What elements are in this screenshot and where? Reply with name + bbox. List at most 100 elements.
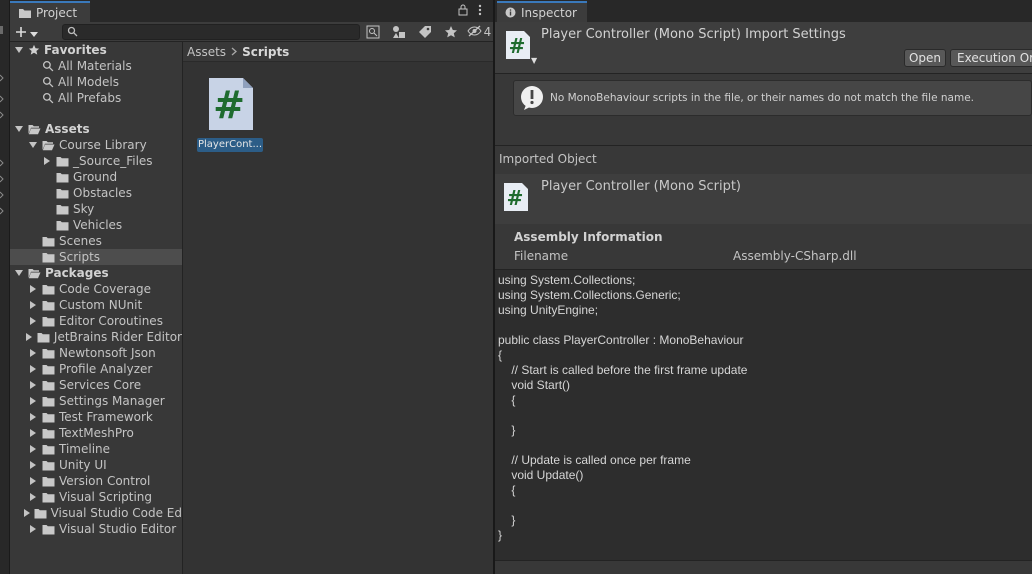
breadcrumb-current[interactable]: Scripts xyxy=(242,45,289,59)
lock-icon[interactable] xyxy=(458,4,468,19)
search-icon xyxy=(42,60,54,72)
tree-item-label: Packages xyxy=(45,266,109,280)
filter-by-type-icon[interactable] xyxy=(386,23,412,41)
code-line: { xyxy=(498,393,516,407)
expand-arrow-right-icon[interactable] xyxy=(28,492,38,502)
folder-icon xyxy=(42,252,55,263)
svg-text:#: # xyxy=(213,83,245,127)
code-line: { xyxy=(498,348,503,362)
expand-arrow-right-icon[interactable] xyxy=(28,300,38,310)
tree-item-services-core[interactable]: Services Core xyxy=(10,377,182,393)
folder-icon xyxy=(42,476,55,487)
expand-arrow-right-icon[interactable] xyxy=(28,364,38,374)
tree-arrow-spacer xyxy=(28,93,38,103)
folder-icon xyxy=(42,284,55,295)
code-line: } xyxy=(498,528,503,542)
tree-item-label: Ground xyxy=(73,170,118,184)
tree-item-profile-analyzer[interactable]: Profile Analyzer xyxy=(10,361,182,377)
tree-item-obstacles[interactable]: Obstacles xyxy=(10,185,182,201)
project-content-area: Assets Scripts # PlayerCont... xyxy=(183,42,493,574)
folder-icon xyxy=(42,300,55,311)
tree-item-editor-coroutines[interactable]: Editor Coroutines xyxy=(10,313,182,329)
expand-arrow-right-icon[interactable] xyxy=(28,444,38,454)
dropdown-caret-icon[interactable]: ▼ xyxy=(531,56,537,65)
filename-label: Filename xyxy=(514,249,569,263)
tree-item-settings-manager[interactable]: Settings Manager xyxy=(10,393,182,409)
tree-item-jetbrains-rider-editor[interactable]: JetBrains Rider Editor xyxy=(10,329,182,345)
expand-arrow-right-icon[interactable] xyxy=(28,348,38,358)
expand-arrow-right-icon[interactable] xyxy=(28,396,38,406)
inspector-tab-bar: Inspector xyxy=(495,0,1032,22)
expand-arrow-right-icon[interactable] xyxy=(28,412,38,422)
info-icon xyxy=(505,7,516,18)
expand-arrow-right-icon[interactable] xyxy=(28,476,38,486)
tree-item-ground[interactable]: Ground xyxy=(10,169,182,185)
search-icon xyxy=(42,92,54,104)
tree-item-course-library[interactable]: Course Library xyxy=(10,137,182,153)
tree-arrow-spacer xyxy=(42,188,52,198)
folder-icon xyxy=(56,204,69,215)
asset-item-player-controller[interactable]: # PlayerCont... xyxy=(197,76,263,152)
tree-item-all-models[interactable]: All Models xyxy=(10,74,182,90)
tree-item-vehicles[interactable]: Vehicles xyxy=(10,217,182,233)
expand-arrow-right-icon[interactable] xyxy=(28,524,38,534)
tree-item-all-prefabs[interactable]: All Prefabs xyxy=(10,90,182,106)
tab-project[interactable]: Project xyxy=(10,1,90,22)
tree-item-visual-scripting[interactable]: Visual Scripting xyxy=(10,489,182,505)
breadcrumb-chevron-icon xyxy=(231,45,238,59)
tree-item-newtonsoft-json[interactable]: Newtonsoft Json xyxy=(10,345,182,361)
tree-item-timeline[interactable]: Timeline xyxy=(10,441,182,457)
search-input[interactable] xyxy=(62,24,360,40)
expand-arrow-right-icon[interactable] xyxy=(28,428,38,438)
folder-icon xyxy=(34,508,47,519)
expand-arrow-right-icon[interactable] xyxy=(28,460,38,470)
code-line: // Start is called before the first fram… xyxy=(498,363,748,377)
expand-arrow-right-icon[interactable] xyxy=(25,332,33,342)
favorite-star-icon[interactable] xyxy=(438,23,464,41)
tree-item-favorites[interactable]: Favorites xyxy=(10,42,182,58)
plus-icon xyxy=(15,23,27,42)
tree-item-scripts[interactable]: Scripts xyxy=(10,249,182,265)
breadcrumb-root[interactable]: Assets xyxy=(187,45,226,59)
expand-arrow-right-icon[interactable] xyxy=(42,156,52,166)
tree-item-source-files[interactable]: _Source_Files xyxy=(10,153,182,169)
tab-inspector[interactable]: Inspector xyxy=(497,1,587,22)
expand-arrow-right-icon[interactable] xyxy=(28,284,38,294)
expand-arrow-down-icon[interactable] xyxy=(14,45,24,55)
more-menu-icon[interactable] xyxy=(478,4,482,19)
folder-icon xyxy=(42,524,55,535)
folder-icon xyxy=(56,172,69,183)
filter-by-label-icon[interactable] xyxy=(412,23,438,41)
tree-item-all-materials[interactable]: All Materials xyxy=(10,58,182,74)
expand-arrow-right-icon[interactable] xyxy=(28,316,38,326)
csharp-script-icon: # xyxy=(503,182,529,215)
tree-item-custom-nunit[interactable]: Custom NUnit xyxy=(10,297,182,313)
expand-arrow-right-icon[interactable] xyxy=(28,380,38,390)
open-button[interactable]: Open xyxy=(904,49,946,67)
tree-item-assets[interactable]: Assets xyxy=(10,121,182,137)
tree-item-visual-studio-editor[interactable]: Visual Studio Editor xyxy=(10,521,182,537)
execution-order-button[interactable]: Execution Ord xyxy=(950,49,1032,67)
expand-arrow-right-icon[interactable] xyxy=(23,508,31,518)
tree-item-sky[interactable]: Sky xyxy=(10,201,182,217)
tree-item-scenes[interactable]: Scenes xyxy=(10,233,182,249)
section-separator xyxy=(495,145,1032,146)
expand-arrow-down-icon[interactable] xyxy=(28,140,38,150)
tree-item-label: Obstacles xyxy=(73,186,132,200)
create-button[interactable] xyxy=(15,24,45,40)
expand-arrow-down-icon[interactable] xyxy=(14,268,24,278)
hidden-packages-toggle[interactable]: 4 xyxy=(464,23,494,41)
folder-icon xyxy=(42,396,55,407)
tree-item-packages[interactable]: Packages xyxy=(10,265,182,281)
tree-item-textmeshpro[interactable]: TextMeshPro xyxy=(10,425,182,441)
expand-arrow-down-icon[interactable] xyxy=(14,124,24,134)
tree-arrow-spacer xyxy=(28,252,38,262)
tree-item-visual-studio-code-ed[interactable]: Visual Studio Code Ed xyxy=(10,505,182,521)
search-by-type-icon[interactable] xyxy=(360,23,386,41)
tree-item-code-coverage[interactable]: Code Coverage xyxy=(10,281,182,297)
tree-item-unity-ui[interactable]: Unity UI xyxy=(10,457,182,473)
tree-item-version-control[interactable]: Version Control xyxy=(10,473,182,489)
tree-item-test-framework[interactable]: Test Framework xyxy=(10,409,182,425)
csharp-script-icon: # xyxy=(505,30,531,63)
